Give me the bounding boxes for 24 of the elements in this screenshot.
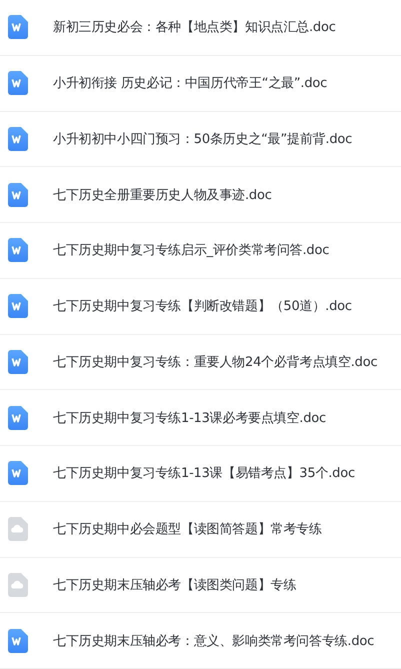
word-document-icon: [8, 126, 28, 151]
file-name[interactable]: 七下历史期中复习专练1-13课必考要点填空.doc: [53, 408, 326, 427]
cloud-file-icon: [8, 572, 28, 597]
file-name[interactable]: 七下历史期中复习专练启示_评价类常考问答.doc: [53, 241, 330, 260]
word-document-icon: [8, 294, 28, 318]
file-name[interactable]: 新初三历史必会：各种【地点类】知识点汇总.doc: [53, 18, 336, 36]
word-document-icon: [8, 182, 28, 207]
word-document-icon: [8, 238, 28, 262]
file-name[interactable]: 小升初初中小四门预习：50条历史之“最”提前背.doc: [53, 130, 352, 148]
file-name[interactable]: 七下历史期中复习专练1-13课【易错考点】35个.doc: [53, 464, 355, 482]
cloud-file-icon: [8, 517, 28, 542]
word-document-icon: [8, 15, 28, 40]
file-name[interactable]: 七下历史期中必会题型【读图简答题】常考专练: [53, 520, 322, 538]
word-document-icon: [8, 628, 28, 653]
word-document-icon: [8, 406, 28, 430]
file-name[interactable]: 七下历史全册重要历史人物及事迹.doc: [53, 186, 272, 204]
file-name[interactable]: 小升初衔接 历史必记：中国历代帝王“之最”.doc: [53, 74, 328, 92]
file-name[interactable]: 七下历史期末压轴必考：意义、影响类常考问答专练.doc: [53, 632, 374, 650]
file-name[interactable]: 七下历史期中复习专练【判断改错题】（50道）.doc: [53, 297, 352, 316]
word-document-icon: [8, 71, 28, 96]
file-name[interactable]: 七下历史期中复习专练：重要人物24个必背考点填空.doc: [53, 352, 378, 371]
file-name[interactable]: 七下历史期末压轴必考【读图类问题】专练: [53, 576, 296, 594]
word-document-icon: [8, 350, 28, 374]
word-document-icon: [8, 461, 28, 486]
